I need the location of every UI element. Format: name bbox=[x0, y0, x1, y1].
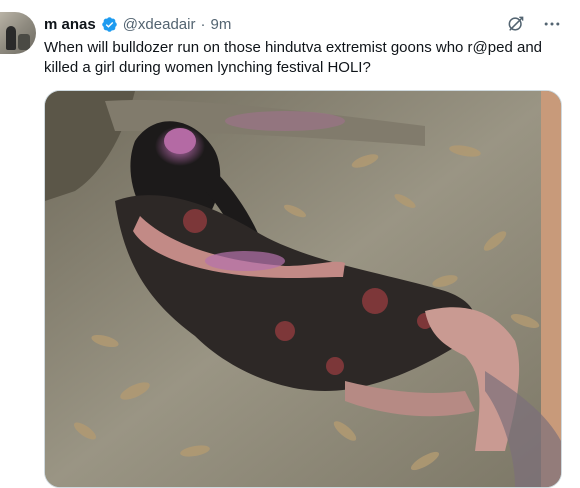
author-name[interactable]: m anas bbox=[44, 16, 96, 33]
grok-icon[interactable] bbox=[506, 14, 526, 34]
tweet-actions bbox=[506, 14, 562, 34]
avatar[interactable] bbox=[0, 12, 36, 54]
author-handle[interactable]: @xdeadair bbox=[123, 16, 196, 33]
tweet: m anas @xdeadair · 9m When will bulldoze… bbox=[0, 0, 580, 488]
timestamp[interactable]: 9m bbox=[210, 16, 231, 33]
tweet-header: m anas @xdeadair · 9m bbox=[44, 14, 231, 34]
avatar-figure-secondary bbox=[18, 34, 30, 50]
tweet-text: When will bulldozer run on those hindutv… bbox=[44, 39, 543, 76]
media-photo bbox=[45, 91, 561, 487]
avatar-figure bbox=[6, 26, 16, 50]
tweet-media-image[interactable] bbox=[44, 90, 562, 488]
verified-badge-icon bbox=[101, 16, 118, 33]
separator-dot: · bbox=[200, 15, 206, 33]
more-icon[interactable] bbox=[542, 14, 562, 34]
